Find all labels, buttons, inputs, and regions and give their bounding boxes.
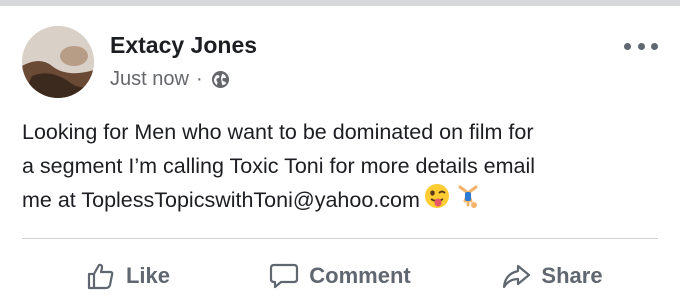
post-text: Looking for Men who want to be dominated… bbox=[22, 115, 667, 219]
author-name[interactable]: Extacy Jones bbox=[110, 32, 257, 59]
comment-button[interactable]: Comment bbox=[234, 250, 446, 302]
meta-separator: · bbox=[195, 67, 203, 90]
post-meta: Just now · bbox=[110, 66, 230, 92]
top-border bbox=[0, 0, 680, 6]
post-actions: Like Comment Share bbox=[22, 250, 658, 302]
post-text-line-last: me at ToplessTopicswithToni@yahoo.com bbox=[22, 183, 667, 219]
share-button[interactable]: Share bbox=[446, 250, 658, 302]
more-dot bbox=[624, 42, 631, 50]
more-options-icon[interactable] bbox=[624, 40, 658, 52]
winking-face-with-tongue-emoji bbox=[424, 183, 450, 219]
post-text-line: a segment I’m calling Toxic Toni for mor… bbox=[22, 154, 536, 178]
more-dot bbox=[637, 42, 645, 50]
avatar[interactable] bbox=[22, 26, 94, 98]
like-label: Like bbox=[125, 263, 171, 288]
post-text-email-line: me at ToplessTopicswithToni@yahoo.com bbox=[22, 188, 420, 212]
globe-icon[interactable] bbox=[211, 70, 230, 89]
like-button[interactable]: Like bbox=[22, 250, 234, 302]
comment-icon bbox=[270, 263, 299, 289]
more-dot bbox=[651, 42, 658, 50]
timestamp[interactable]: Just now bbox=[110, 68, 189, 91]
share-label: Share bbox=[541, 263, 603, 288]
cartwheel-person-emoji bbox=[454, 183, 480, 219]
post-text-line: Looking for Men who want to be dominated… bbox=[22, 120, 534, 144]
divider bbox=[22, 238, 658, 239]
comment-label: Comment bbox=[309, 263, 411, 288]
share-icon bbox=[503, 264, 531, 289]
thumbs-up-icon bbox=[87, 263, 114, 290]
